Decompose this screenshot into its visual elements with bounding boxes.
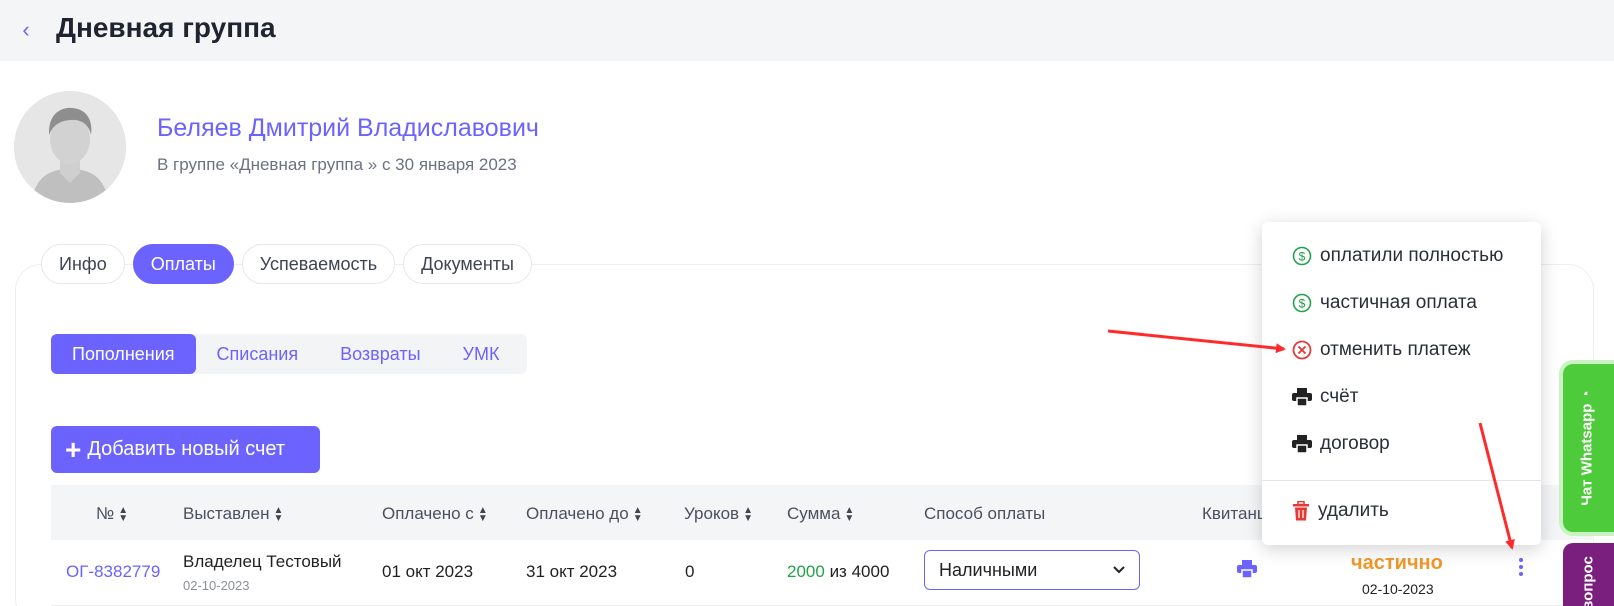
header-issued-label: Выставлен <box>183 504 270 523</box>
payment-method-select[interactable]: Наличными <box>924 550 1140 590</box>
printer-icon[interactable] <box>1237 560 1257 578</box>
tab-progress[interactable]: Успеваемость <box>241 244 396 284</box>
trash-icon <box>1293 501 1309 521</box>
header-amount[interactable]: Сумма ▲ ▼ <box>787 504 854 524</box>
amount: 2000 из 4000 <box>787 562 889 582</box>
menu-item-label: удалить <box>1318 500 1389 521</box>
tab-payments[interactable]: Оплаты <box>132 244 234 284</box>
lessons-count: 0 <box>685 562 695 581</box>
status-badge: частично <box>1351 552 1443 574</box>
x-circle-icon <box>1292 340 1312 360</box>
plus-icon: + <box>65 433 82 465</box>
menu-item-label: договор <box>1320 433 1390 454</box>
menu-item-cancel-payment[interactable]: отменить платеж <box>1292 339 1471 361</box>
subtab-topups[interactable]: Пополнения <box>51 334 196 374</box>
payment-method-value: Наличными <box>939 559 1038 580</box>
header-amount-label: Сумма <box>787 504 841 523</box>
status-date: 02-10-2023 <box>1362 581 1434 597</box>
dollar-circle-icon: $ <box>1292 246 1312 266</box>
sort-icon: ▲ ▼ <box>477 504 488 524</box>
payment-subtabs: Пополнения Списания Возвраты УМК <box>51 334 527 374</box>
student-name[interactable]: Беляев Дмитрий Владиславович <box>157 114 539 143</box>
header-issued[interactable]: Выставлен ▲ ▼ <box>183 504 283 524</box>
header-lessons[interactable]: Уроков ▲ ▼ <box>684 504 753 524</box>
header-paid-from[interactable]: Оплачено с ▲ ▼ <box>382 504 488 524</box>
header-paid-from-label: Оплачено с <box>382 504 474 523</box>
menu-item-contract[interactable]: договор <box>1292 433 1390 455</box>
amount-paid: 2000 <box>787 562 825 581</box>
sort-icon: ▲ ▼ <box>844 504 855 524</box>
row-actions-menu: $ оплатили полностью $ частичная оплата … <box>1262 222 1541 545</box>
menu-item-label: частичная оплата <box>1320 292 1477 313</box>
question-tab[interactable]: вопрос <box>1563 543 1614 606</box>
printer-icon <box>1292 435 1312 453</box>
table-row: ОГ-8382779 Владелец Тестовый 02-10-2023 … <box>51 540 1594 606</box>
tab-info[interactable]: Инфо <box>41 244 125 284</box>
add-invoice-button[interactable]: + Добавить новый счет <box>51 426 320 473</box>
amount-total: 4000 <box>851 562 890 581</box>
subtab-charges[interactable]: Списания <box>196 334 320 374</box>
add-invoice-label: Добавить новый счет <box>87 438 286 460</box>
menu-item-label: отменить платеж <box>1320 339 1471 360</box>
paid-from: 01 окт 2023 <box>382 562 474 581</box>
amount-separator: из <box>829 562 847 581</box>
chevron-down-icon <box>1113 566 1125 574</box>
sort-icon: ▲ ▼ <box>118 504 129 524</box>
menu-item-partial[interactable]: $ частичная оплата <box>1292 292 1477 314</box>
whatsapp-icon: ◔ <box>1578 390 1596 400</box>
header-paid-to[interactable]: Оплачено до ▲ ▼ <box>526 504 643 524</box>
header-payment-method: Способ оплаты <box>924 504 1046 523</box>
menu-item-delete[interactable]: удалить <box>1292 500 1389 522</box>
issued-by: Владелец Тестовый <box>183 552 342 571</box>
student-group-info: В группе «Дневная группа » с 30 января 2… <box>157 155 517 174</box>
header-receipt: Квитанц <box>1202 504 1267 523</box>
header-paid-to-label: Оплачено до <box>526 504 629 523</box>
subtab-refunds[interactable]: Возвраты <box>319 334 441 374</box>
top-bar: ‹ Дневная группа <box>0 0 1614 61</box>
whatsapp-chat-tab[interactable]: Чат Whatsapp ◔ <box>1563 364 1614 532</box>
avatar-silhouette-icon <box>14 91 126 203</box>
menu-item-invoice[interactable]: счёт <box>1292 386 1358 408</box>
more-actions-icon[interactable] <box>1511 552 1531 582</box>
invoice-number-link[interactable]: ОГ-8382779 <box>66 562 160 582</box>
issued-date: 02-10-2023 <box>183 578 250 593</box>
svg-text:$: $ <box>1299 250 1306 264</box>
whatsapp-chat-label: Чат Whatsapp ◔ <box>1579 390 1596 505</box>
sort-icon: ▲ ▼ <box>273 504 284 524</box>
menu-divider <box>1262 480 1541 481</box>
tab-documents[interactable]: Документы <box>403 244 532 284</box>
chevron-left-icon[interactable]: ‹ <box>14 16 38 44</box>
avatar <box>14 91 126 203</box>
dollar-circle-icon: $ <box>1292 293 1312 313</box>
paid-to: 31 окт 2023 <box>526 562 618 581</box>
header-number-label: № <box>96 504 115 523</box>
sort-icon: ▲ ▼ <box>632 504 643 524</box>
menu-item-label: счёт <box>1320 386 1359 407</box>
question-label: вопрос <box>1579 556 1597 606</box>
page-title: Дневная группа <box>56 12 276 43</box>
whatsapp-text: Чат Whatsapp <box>1578 403 1596 506</box>
printer-icon <box>1292 388 1312 406</box>
menu-item-paid-full[interactable]: $ оплатили полностью <box>1292 245 1503 267</box>
header-lessons-label: Уроков <box>684 504 740 523</box>
svg-text:$: $ <box>1299 297 1306 311</box>
subtab-umk[interactable]: УМК <box>442 334 521 374</box>
menu-item-label: оплатили полностью <box>1320 245 1504 266</box>
sort-icon: ▲ ▼ <box>743 504 753 524</box>
main-tabs: Инфо Оплаты Успеваемость Документы <box>41 244 532 284</box>
header-number[interactable]: № ▲ ▼ <box>96 504 128 524</box>
